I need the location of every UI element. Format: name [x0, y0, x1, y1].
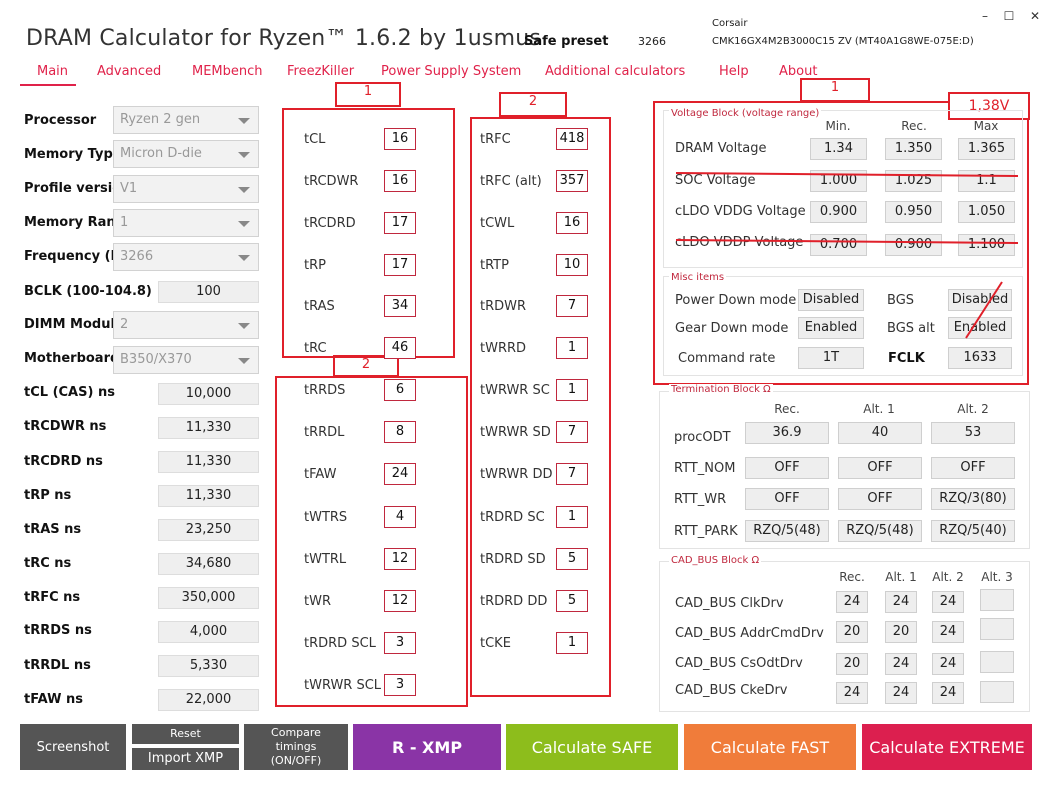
procodt-label: procODT	[674, 430, 731, 445]
rtt-park-label: RTT_PARK	[674, 524, 738, 539]
import-xmp-button[interactable]: Import XMP	[132, 748, 239, 770]
addrcmddrv-alt2: 24	[932, 621, 964, 643]
procodt-alt2: 53	[931, 422, 1015, 444]
rtt-park-alt1: RZQ/5(48)	[838, 520, 922, 542]
rtt-nom-label: RTT_NOM	[674, 461, 736, 476]
calculate-extreme-button[interactable]: Calculate EXTREME	[862, 724, 1032, 770]
procodt-rec: 36.9	[745, 422, 829, 444]
rtt-nom-alt1: OFF	[838, 457, 922, 479]
rtt-nom-alt2: OFF	[931, 457, 1015, 479]
csodtdrv-alt3	[980, 651, 1014, 673]
ckedrv-alt3	[980, 681, 1014, 703]
cadbus-header-rec: Rec.	[839, 570, 865, 584]
addrcmddrv-rec: 20	[836, 621, 868, 643]
rtt-nom-rec: OFF	[745, 457, 829, 479]
calculate-safe-button[interactable]: Calculate SAFE	[506, 724, 678, 770]
compare-timings-button[interactable]: Compare timings (ON/OFF)	[244, 724, 348, 770]
csodtdrv-rec: 20	[836, 653, 868, 675]
csodtdrv-label: CAD_BUS CsOdtDrv	[675, 656, 803, 671]
vddp-strike-line	[675, 239, 1019, 244]
rtt-park-alt2: RZQ/5(40)	[931, 520, 1015, 542]
rtt-wr-alt1: OFF	[838, 488, 922, 510]
ckedrv-rec: 24	[836, 682, 868, 704]
csodtdrv-alt1: 24	[885, 653, 917, 675]
rtt-wr-alt2: RZQ/3(80)	[931, 488, 1015, 510]
rtt-wr-rec: OFF	[745, 488, 829, 510]
cadbus-header-alt3: Alt. 3	[981, 570, 1013, 584]
soc-strike-line	[675, 172, 1019, 177]
termination-header-alt2: Alt. 2	[957, 402, 989, 416]
cadbus-header-alt2: Alt. 2	[932, 570, 964, 584]
addrcmddrv-alt3	[980, 618, 1014, 640]
clkdrv-label: CAD_BUS ClkDrv	[675, 596, 784, 611]
termination-header-alt1: Alt. 1	[863, 402, 895, 416]
termination-header-rec: Rec.	[774, 402, 800, 416]
calculate-fast-button[interactable]: Calculate FAST	[684, 724, 856, 770]
ckedrv-alt2: 24	[932, 682, 964, 704]
termination-block-title: Termination Block Ω	[669, 384, 773, 395]
cadbus-block-title: CAD_BUS Block Ω	[669, 555, 762, 566]
ckedrv-label: CAD_BUS CkeDrv	[675, 683, 788, 698]
clkdrv-rec: 24	[836, 591, 868, 613]
reset-button[interactable]: Reset	[132, 724, 239, 744]
clkdrv-alt2: 24	[932, 591, 964, 613]
addrcmddrv-label: CAD_BUS AddrCmdDrv	[675, 626, 824, 641]
cadbus-header-alt1: Alt. 1	[885, 570, 917, 584]
clkdrv-alt3	[980, 589, 1014, 611]
clkdrv-alt1: 24	[885, 591, 917, 613]
rtt-wr-label: RTT_WR	[674, 492, 727, 507]
screenshot-button[interactable]: Screenshot	[20, 724, 126, 770]
annotation-arrow-line	[965, 281, 1003, 339]
procodt-alt1: 40	[838, 422, 922, 444]
addrcmddrv-alt1: 20	[885, 621, 917, 643]
app-window: DRAM Calculator for Ryzen™ 1.6.2 by 1usm…	[0, 0, 1052, 790]
ckedrv-alt1: 24	[885, 682, 917, 704]
rtt-park-rec: RZQ/5(48)	[745, 520, 829, 542]
csodtdrv-alt2: 24	[932, 653, 964, 675]
r-xmp-button[interactable]: R - XMP	[353, 724, 501, 770]
